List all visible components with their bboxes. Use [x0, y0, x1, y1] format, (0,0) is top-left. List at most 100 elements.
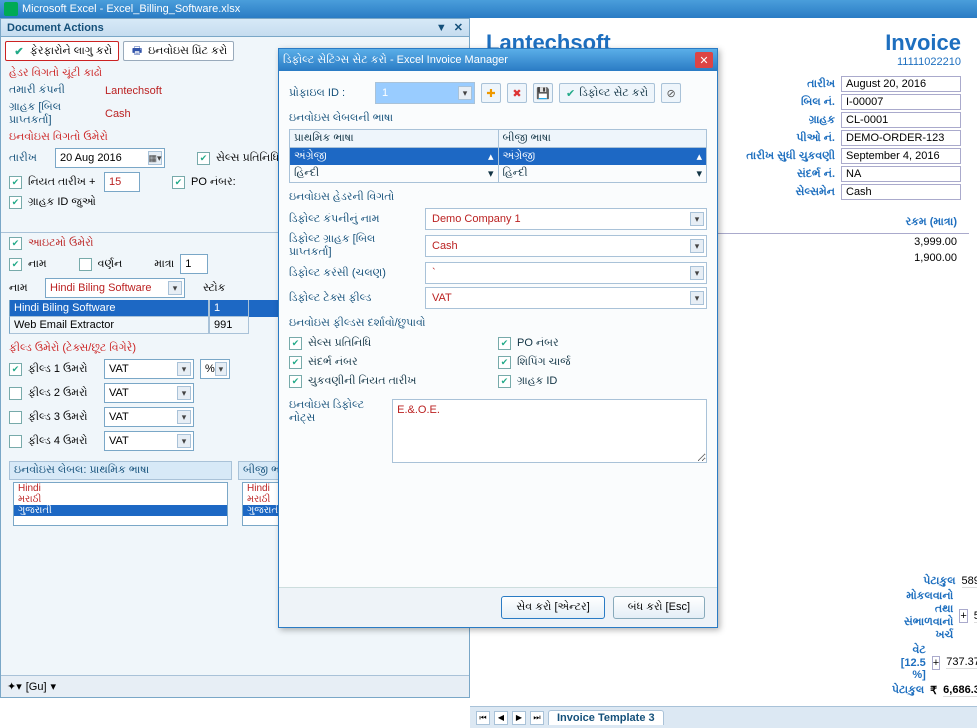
field1-combo[interactable]: VAT▾ — [104, 359, 194, 379]
down-icon: ▾ — [488, 167, 494, 180]
field4-label: ફીલ્ડ 4 ઉમરો — [28, 435, 98, 448]
item-selected: Hindi Biling Software — [50, 282, 152, 294]
default-tax-combo[interactable]: VAT▾ — [425, 287, 707, 309]
dropdown-icon[interactable]: ▼ — [436, 22, 447, 34]
field3-checkbox[interactable] — [9, 411, 22, 424]
dialog-titlebar: ડિફોલ્ટ સેટિંગ્સ સેટ કરો - Excel Invoice… — [279, 49, 717, 71]
field2-checkbox[interactable] — [9, 387, 22, 400]
chevron-down-icon: ▾ — [177, 386, 191, 400]
next-sheet-button[interactable]: ▶ — [512, 711, 526, 725]
grid-name-header: નામ — [9, 282, 39, 295]
inv-date-lbl: તારીખ — [715, 78, 835, 91]
primary-lang-hindi[interactable]: હિન્દી▾ — [290, 165, 498, 182]
desc-checkbox[interactable] — [79, 258, 92, 271]
sheet-tab-bar: ⏮ ◀ ▶ ⏭ Invoice Template 3 — [470, 706, 977, 728]
sheet-tab-active[interactable]: Invoice Template 3 — [548, 710, 664, 725]
print-invoice-button[interactable]: 🖶 ઇનવોઇસ પ્રિંટ કરો — [123, 41, 234, 61]
set-default-button[interactable]: ✔ડિફોલ્ટ સેટ કરો — [559, 83, 655, 103]
sales-rep-label: સેલ્સ પ્રતિનિધિ — [216, 152, 279, 165]
save-profile-button[interactable]: 💾 — [533, 83, 553, 103]
default-company-combo[interactable]: Demo Company 1▾ — [425, 208, 707, 230]
field1-pct[interactable]: %▾ — [200, 359, 230, 379]
default-tax-label: ડિફોલ્ટ ટેક્સ ફીલ્ડ — [289, 292, 419, 305]
down-icon: ▾ — [696, 167, 702, 180]
print-icon: 🖶 — [130, 44, 144, 58]
dialog-close-button[interactable]: ✕ — [695, 52, 713, 68]
secondary-lang-hindi[interactable]: હિન્દી▾ — [499, 165, 707, 182]
default-currency-combo[interactable]: `▾ — [425, 262, 707, 284]
close-button[interactable]: બંધ કરો [Esc] — [613, 596, 705, 619]
chevron-down-icon: ▾ — [177, 434, 191, 448]
custid-checkbox[interactable]: ✔ — [9, 196, 22, 209]
cb-paydue[interactable]: ✔ — [289, 375, 302, 388]
chevron-down-icon: ▾ — [168, 281, 182, 295]
up-icon: ▴ — [488, 150, 494, 163]
default-notes-textarea[interactable] — [392, 399, 707, 463]
secondary-lang-english[interactable]: અંગ્રેજી▴ — [499, 148, 707, 165]
item2-name: Web Email Extractor — [9, 317, 209, 334]
cb-paydue-label: ચુકવણીની નિયત તારીખ — [308, 375, 416, 388]
chevron-down-icon: ▾ — [690, 266, 704, 280]
chevron-down-icon: ▾ — [177, 362, 191, 376]
field1-checkbox[interactable]: ✔ — [9, 363, 22, 376]
titlebar-text: Microsoft Excel - Excel_Billing_Software… — [22, 3, 240, 15]
company-value: Lantechsoft — [105, 85, 162, 97]
sales-rep-checkbox[interactable]: ✔ — [197, 152, 210, 165]
invoice-number: 11111022210 — [885, 56, 961, 68]
subtotal-val: 5899 — [962, 575, 977, 588]
vat-op: + — [932, 656, 940, 670]
lang-hindi[interactable]: Hindi — [14, 483, 227, 494]
default-currency-label: ડિફોલ્ટ કરંસી (ચલણ) — [289, 267, 419, 280]
fields-show-hide-section: ઇનવોઇસ ફીલ્ડસ દર્શાવો/છુપાવો — [289, 317, 707, 330]
cb-refno[interactable]: ✔ — [289, 356, 302, 369]
default-customer-combo[interactable]: Cash▾ — [425, 235, 707, 257]
cb-salesrep-label: સેલ્સ પ્રતિનિધિ — [308, 337, 371, 350]
name-label: નામ — [28, 258, 47, 271]
field3-label: ફીલ્ડ 3 ઉમરો — [28, 411, 98, 424]
invoice-title: Invoice — [885, 30, 961, 56]
ship-op: + — [959, 609, 967, 623]
field3-combo[interactable]: VAT▾ — [104, 407, 194, 427]
vat-val: 737.375 — [946, 656, 977, 669]
primary-lang-list[interactable]: Hindi મરાઠી ગુજરાતી — [13, 482, 228, 526]
profile-id-combo[interactable]: 1▾ — [375, 82, 475, 104]
lang-marathi[interactable]: મરાઠી — [14, 494, 227, 505]
po-checkbox[interactable]: ✔ — [172, 176, 185, 189]
date-picker[interactable]: 20 Aug 2016 ▦▾ — [55, 148, 165, 168]
save-button[interactable]: સેવ કરો [એન્ટર] — [501, 596, 604, 619]
items-checkbox[interactable]: ✔ — [9, 237, 22, 250]
field2-combo[interactable]: VAT▾ — [104, 383, 194, 403]
item-name-combo[interactable]: Hindi Biling Software ▾ — [45, 278, 185, 298]
delete-profile-button[interactable]: ✖ — [507, 83, 527, 103]
first-sheet-button[interactable]: ⏮ — [476, 711, 490, 725]
duedate-checkbox[interactable]: ✔ — [9, 176, 22, 189]
dialog-title: ડિફોલ્ટ સેટિંગ્સ સેટ કરો - Excel Invoice… — [283, 54, 508, 67]
cb-salesrep[interactable]: ✔ — [289, 337, 302, 350]
inv-due-lbl: તારીખ સુધી ચુકવણી — [715, 150, 835, 163]
qty-input[interactable] — [180, 254, 208, 274]
duedate-input[interactable] — [104, 172, 140, 192]
cb-shipchg-label: શિપિંગ ચાર્જ — [517, 356, 571, 369]
check-icon: ✔ — [12, 44, 26, 58]
cb-shipchg[interactable]: ✔ — [498, 356, 511, 369]
inv-sales-val: Cash — [841, 184, 961, 200]
prev-sheet-button[interactable]: ◀ — [494, 711, 508, 725]
primary-lang-english[interactable]: અંગ્રેજી▴ — [290, 148, 498, 165]
cb-pono[interactable]: ✔ — [498, 337, 511, 350]
field4-combo[interactable]: VAT▾ — [104, 431, 194, 451]
lang-gujarati-selected[interactable]: ગુજરાતી — [14, 505, 227, 516]
document-actions-header: Document Actions ▼ ✕ — [1, 19, 469, 37]
close-icon[interactable]: ✕ — [454, 22, 463, 34]
name-checkbox[interactable]: ✔ — [9, 258, 22, 271]
last-sheet-button[interactable]: ⏭ — [530, 711, 544, 725]
add-profile-button[interactable]: ✚ — [481, 83, 501, 103]
apply-changes-button[interactable]: ✔ ફેરફારોને લાગુ કરો — [5, 41, 119, 61]
field4-checkbox[interactable] — [9, 435, 22, 448]
company-label: તમારી કંપની — [9, 84, 99, 97]
cb-custid[interactable]: ✔ — [498, 375, 511, 388]
status-lang[interactable]: [Gu] — [26, 681, 47, 693]
status-dropdown-icon[interactable]: ▾ — [51, 680, 57, 693]
inv-cust-val: CL-0001 — [841, 112, 961, 128]
help-button[interactable]: ⊘ — [661, 83, 681, 103]
inv-ref-val: NA — [841, 166, 961, 182]
